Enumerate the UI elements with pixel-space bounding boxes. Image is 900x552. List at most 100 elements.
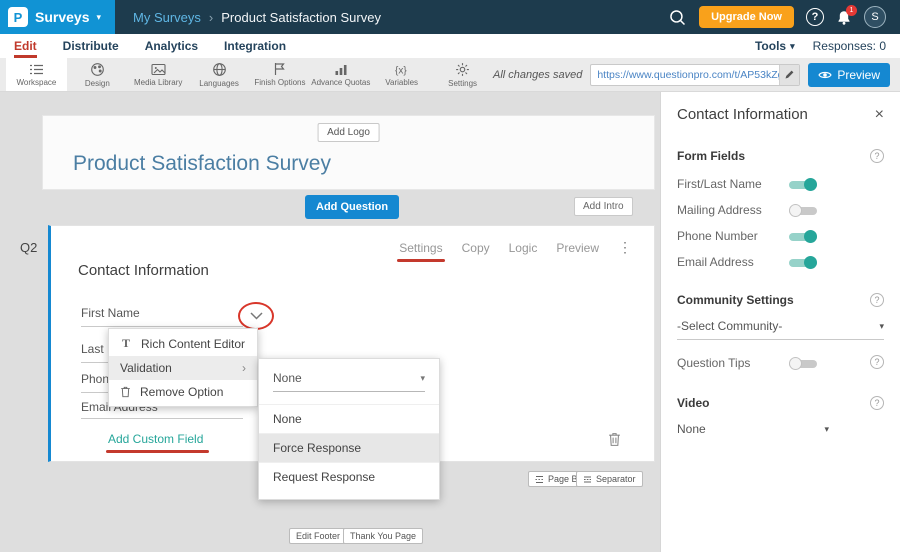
field-first-name-line: [81, 326, 243, 327]
breadcrumb-my-surveys[interactable]: My Surveys: [133, 10, 201, 25]
toolbar-item-advance-quotas[interactable]: Advance Quotas: [310, 58, 371, 91]
toggle-row-first-last-name: First/Last Name: [677, 171, 884, 197]
add-intro-button[interactable]: Add Intro: [574, 197, 633, 216]
tab-edit[interactable]: Edit: [14, 34, 37, 58]
survey-header-card: Add Logo Product Satisfaction Survey: [42, 115, 655, 190]
sidebar-title: Contact Information: [677, 106, 808, 123]
add-logo-button[interactable]: Add Logo: [317, 123, 380, 142]
edit-url-button[interactable]: [779, 65, 799, 85]
annotation-settings-underline: [397, 259, 444, 262]
variables-icon: {x}: [394, 63, 410, 76]
tab-analytics[interactable]: Analytics: [145, 34, 198, 58]
flag-icon: [273, 62, 286, 76]
toolbar-item-design[interactable]: Design: [67, 58, 128, 91]
edit-footer-button[interactable]: Edit Footer: [289, 528, 347, 544]
separator-button[interactable]: Separator: [576, 471, 643, 487]
tab-distribute[interactable]: Distribute: [63, 34, 119, 58]
annotation-add-custom-field-underline: [106, 450, 209, 453]
pencil-icon: [784, 69, 795, 80]
toolbar-item-workspace[interactable]: Workspace: [6, 58, 67, 91]
preview-button[interactable]: Preview: [808, 63, 890, 87]
toolbar-item-finish-options[interactable]: Finish Options: [250, 58, 311, 91]
eye-icon: [818, 70, 832, 80]
validation-select[interactable]: None ▾: [273, 371, 425, 392]
toolbar-item-languages[interactable]: Languages: [189, 58, 250, 91]
question-action-preview[interactable]: Preview: [556, 241, 599, 255]
trash-icon: [608, 432, 621, 447]
product-name-label: Surveys: [35, 9, 89, 25]
breadcrumb: My Surveys › Product Satisfaction Survey: [133, 10, 381, 25]
question-tips-toggle[interactable]: [789, 357, 817, 370]
toggle-row-mailing-address: Mailing Address: [677, 197, 884, 223]
upgrade-now-button[interactable]: Upgrade Now: [699, 6, 794, 28]
add-question-button[interactable]: Add Question: [305, 195, 399, 219]
caret-down-icon: ▾: [790, 42, 795, 51]
question-number-label: Q2: [20, 240, 37, 255]
video-section-header: Video ?: [677, 396, 884, 410]
community-settings-section-header: Community Settings ?: [677, 293, 884, 307]
help-icon[interactable]: ?: [870, 355, 884, 369]
user-avatar[interactable]: S: [864, 6, 886, 28]
form-fields-section-header: Form Fields ?: [677, 149, 884, 163]
community-select[interactable]: -Select Community- ▾: [677, 319, 884, 340]
page-break-icon: [535, 475, 544, 484]
notifications-button[interactable]: 1: [836, 9, 852, 26]
question-action-settings[interactable]: Settings: [399, 241, 442, 255]
save-status: All changes saved: [493, 69, 582, 81]
field-options-chevron[interactable]: [247, 309, 265, 323]
caret-down-icon: ▾: [824, 425, 829, 434]
delete-question-button[interactable]: [608, 432, 621, 452]
question-actions: Settings Copy Logic Preview ⋮: [399, 239, 632, 256]
toolbar-item-settings[interactable]: Settings: [432, 58, 493, 91]
video-select[interactable]: None ▾: [677, 422, 829, 436]
survey-url-box: https://www.questionpro.com/t/AP53kZgUI: [590, 64, 800, 86]
first-last-name-toggle[interactable]: [789, 178, 817, 191]
mailing-address-toggle[interactable]: [789, 204, 817, 217]
menu-item-validation[interactable]: Validation ›: [109, 356, 257, 380]
toggle-row-phone-number: Phone Number: [677, 223, 884, 249]
questionpro-logo: P: [8, 7, 28, 27]
menu-item-rich-content-editor[interactable]: T Rich Content Editor: [109, 331, 257, 356]
field-context-menu: T Rich Content Editor Validation › Remov…: [108, 328, 258, 407]
help-icon[interactable]: ?: [870, 293, 884, 307]
phone-number-toggle[interactable]: [789, 230, 817, 243]
search-icon[interactable]: [668, 8, 687, 27]
question-settings-sidebar: Contact Information × Form Fields ? Firs…: [660, 92, 900, 552]
tab-bar-right: Tools▾ Responses: 0: [755, 34, 886, 58]
quota-chart-icon: [334, 63, 348, 76]
toolbar-item-variables[interactable]: {x} Variables: [371, 58, 432, 91]
email-address-toggle[interactable]: [789, 256, 817, 269]
annotation-chevron-ellipse: [238, 302, 274, 330]
top-bar-right: Upgrade Now ? 1 S: [668, 6, 900, 28]
toolbar-item-media-library[interactable]: Media Library: [128, 58, 189, 91]
thank-you-page-button[interactable]: Thank You Page: [343, 528, 423, 544]
validation-option-request-response[interactable]: Request Response: [259, 462, 439, 491]
notification-badge: 1: [846, 5, 857, 16]
validation-option-force-response[interactable]: Force Response: [259, 433, 439, 462]
design-palette-icon: [90, 62, 105, 77]
help-button[interactable]: ?: [806, 8, 824, 26]
field-email-address-line: [81, 418, 243, 419]
question-more-menu-icon[interactable]: ⋮: [618, 239, 632, 256]
tools-menu[interactable]: Tools▾: [755, 39, 795, 53]
caret-down-icon: ▾: [96, 13, 101, 22]
help-icon[interactable]: ?: [870, 149, 884, 163]
close-icon[interactable]: ×: [875, 107, 884, 123]
help-icon[interactable]: ?: [870, 396, 884, 410]
survey-url-input[interactable]: https://www.questionpro.com/t/AP53kZgUI: [591, 69, 779, 81]
trash-icon: [120, 386, 131, 398]
field-first-name[interactable]: First Name: [81, 306, 140, 320]
question-action-copy[interactable]: Copy: [462, 241, 490, 255]
surveys-product-menu[interactable]: P Surveys ▾: [0, 0, 115, 34]
add-custom-field-link[interactable]: Add Custom Field: [108, 432, 203, 446]
validation-option-none[interactable]: None: [259, 404, 439, 433]
toolbar-right: All changes saved https://www.questionpr…: [493, 58, 900, 91]
questionpro-survey-editor: P Surveys ▾ My Surveys › Product Satisfa…: [0, 0, 900, 552]
form-fields-toggle-list: First/Last Name Mailing Address Phone Nu…: [677, 171, 884, 275]
tab-integration[interactable]: Integration: [224, 34, 286, 58]
question-tips-row: Question Tips ?: [677, 350, 884, 376]
question-action-logic[interactable]: Logic: [509, 241, 538, 255]
menu-item-remove-option[interactable]: Remove Option: [109, 380, 257, 404]
separator-icon: [583, 475, 592, 484]
validation-submenu-panel: None ▾ None Force Response Request Respo…: [258, 358, 440, 500]
